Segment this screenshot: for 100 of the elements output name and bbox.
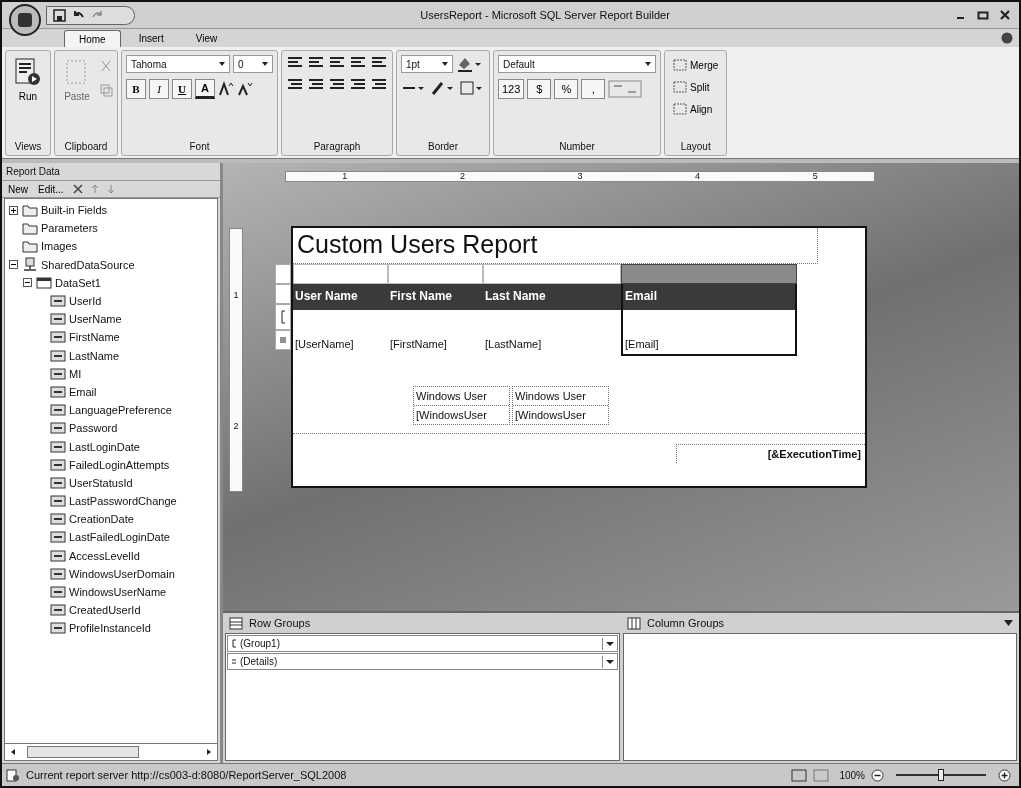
grow-font-icon[interactable] — [218, 81, 234, 97]
number-format-button[interactable]: 123 — [498, 79, 525, 99]
tree-item[interactable]: FailedLoginAttempts — [69, 458, 170, 471]
expander-icon[interactable] — [9, 260, 18, 270]
tree-item[interactable]: Images — [41, 240, 78, 253]
font-color-button[interactable]: A — [195, 79, 215, 99]
group-label: Font — [188, 140, 211, 154]
font-size-dropdown[interactable]: 0 — [233, 55, 273, 73]
tree-item[interactable]: LastPasswordChange — [69, 495, 177, 508]
field-icon — [50, 385, 66, 398]
header-cell[interactable]: Last Name — [483, 284, 621, 310]
tree-item[interactable]: LanguagePreference — [69, 404, 172, 417]
field-icon — [50, 440, 66, 453]
row-handle[interactable] — [275, 330, 291, 350]
field-icon — [50, 513, 66, 526]
group-label: Border — [427, 140, 459, 154]
ribbon-tab[interactable]: View — [181, 30, 232, 47]
expander-icon[interactable] — [23, 278, 32, 288]
layout-button[interactable]: Merge — [669, 55, 723, 75]
number-format-button[interactable]: % — [554, 79, 579, 99]
save-icon[interactable] — [53, 8, 66, 22]
app-menu-icon[interactable] — [8, 3, 42, 37]
tree-item[interactable]: WindowsUserName — [69, 586, 167, 599]
table-cell[interactable]: [FirstName] — [388, 310, 483, 356]
tree-item[interactable]: WindowsUserDomain — [69, 567, 175, 580]
table-cell[interactable]: [Email] — [621, 310, 797, 356]
font-style-button[interactable]: B — [126, 79, 146, 99]
header-cell[interactable]: First Name — [388, 284, 483, 310]
tree-item[interactable]: SharedDataSource — [41, 258, 135, 271]
layout-button[interactable]: Split — [669, 77, 714, 97]
ribbon-tab[interactable]: Home — [64, 30, 121, 47]
toolbar-button[interactable]: Edit... — [36, 183, 66, 195]
tree-item[interactable]: ProfileInstanceId — [69, 622, 151, 635]
tree-item[interactable]: Password — [69, 422, 118, 435]
maximize-icon[interactable] — [977, 9, 989, 21]
horizontal-ruler: 1 2 3 4 5 — [285, 171, 875, 182]
tree-item[interactable]: LastFailedLoginDate — [69, 531, 170, 544]
field-icon — [50, 404, 66, 417]
paste-button[interactable]: Paste — [59, 55, 95, 104]
text-box[interactable]: Windows User — [513, 387, 608, 405]
text-box[interactable]: Windows User — [414, 387, 509, 405]
tree-item[interactable]: CreationDate — [69, 513, 134, 526]
borders-icon[interactable] — [459, 79, 485, 97]
column-handle[interactable] — [483, 264, 621, 284]
tree-item[interactable]: UserName — [69, 313, 122, 326]
tree-item[interactable]: FirstName — [69, 331, 120, 344]
execution-time-field[interactable]: [&ExecutionTime] — [676, 444, 865, 463]
ribbon-tab[interactable]: Insert — [124, 30, 178, 47]
field-icon — [50, 531, 66, 544]
group-label: Clipboard — [63, 140, 109, 154]
tree-item[interactable]: CreatedUserId — [69, 604, 141, 617]
zoom-in-icon[interactable] — [998, 768, 1011, 782]
text-box[interactable]: [WindowsUser — [513, 405, 608, 424]
slider-thumb[interactable] — [938, 769, 944, 781]
tree-item[interactable]: UserId — [69, 295, 102, 308]
scroll-right-icon[interactable] — [205, 748, 213, 756]
table-cell[interactable]: [LastName] — [483, 310, 621, 356]
field-icon — [50, 549, 66, 562]
tree-item[interactable]: UserStatusId — [69, 476, 133, 489]
dropdown-arrow-icon[interactable] — [1004, 620, 1013, 626]
zoom-out-icon[interactable] — [871, 768, 884, 782]
row-handle[interactable] — [275, 284, 291, 304]
dropdown-arrow-icon[interactable] — [601, 637, 617, 650]
layout-button[interactable]: Align — [669, 99, 717, 119]
scrollbar-thumb[interactable] — [27, 746, 139, 758]
tree-item[interactable]: Parameters — [41, 222, 98, 235]
column-handle[interactable] — [293, 264, 388, 284]
delete-icon[interactable] — [71, 183, 84, 195]
tree-item[interactable]: LastName — [69, 349, 120, 362]
number-format-dropdown[interactable]: Default — [498, 55, 656, 73]
dropdown-arrow-icon[interactable] — [601, 655, 617, 668]
column-handle[interactable] — [388, 264, 483, 284]
shrink-font-icon[interactable] — [237, 81, 253, 97]
tree-item[interactable]: Built-in Fields — [41, 204, 108, 217]
group-label: Paragraph — [312, 140, 362, 154]
font-style-button[interactable]: I — [149, 79, 169, 99]
table-cell[interactable]: [UserName] — [293, 310, 388, 356]
header-cell[interactable]: Email — [621, 284, 797, 310]
header-cell[interactable]: User Name — [293, 284, 388, 310]
tree-item[interactable]: DataSet1 — [55, 276, 101, 289]
toolbar-button[interactable]: New — [6, 183, 30, 195]
font-family-dropdown[interactable]: Tahoma — [126, 55, 230, 73]
number-format-button[interactable]: , — [581, 79, 606, 99]
tree-item[interactable]: LastLoginDate — [69, 440, 140, 453]
row-handle[interactable] — [275, 304, 291, 330]
pen-icon[interactable] — [430, 79, 456, 97]
tree-item[interactable]: AccessLevelId — [69, 549, 140, 562]
tree-item[interactable]: Email — [69, 385, 97, 398]
number-format-button[interactable]: $ — [527, 79, 552, 99]
column-handle[interactable] — [621, 264, 797, 284]
expander-icon[interactable] — [9, 205, 18, 215]
text-box[interactable]: [WindowsUser — [414, 405, 509, 424]
group-bracket-icon — [231, 639, 237, 648]
border-width-dropdown[interactable]: 1pt — [401, 55, 453, 73]
scroll-left-icon[interactable] — [9, 748, 17, 756]
tree-item[interactable]: MI — [69, 367, 82, 380]
font-style-button[interactable]: U — [172, 79, 192, 99]
run-button[interactable]: Run — [10, 55, 46, 104]
close-icon[interactable] — [999, 9, 1011, 21]
row-handle[interactable] — [275, 264, 291, 284]
